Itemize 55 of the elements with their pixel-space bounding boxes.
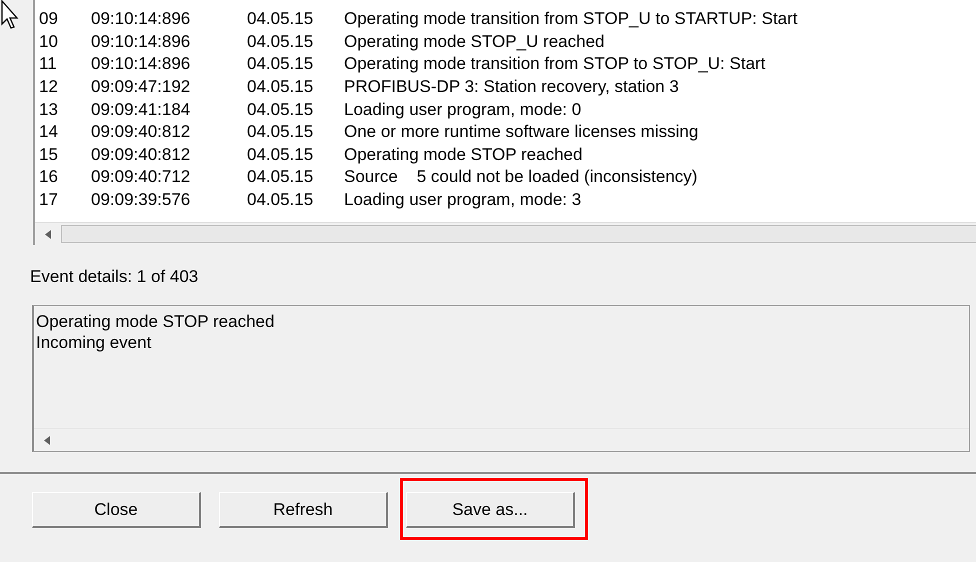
event-row[interactable]: 14 09:09:40:812 04.05.15 One or more runtime software licenses missing bbox=[39, 120, 976, 144]
event-row[interactable]: 13 09:09:41:184 04.05.15 Loading user program, mode: 0 bbox=[39, 98, 976, 121]
event-date: 04.05.15 bbox=[247, 122, 314, 142]
event-number: 16 bbox=[39, 167, 59, 188]
scroll-left-icon bbox=[45, 230, 51, 238]
mouse-cursor-icon bbox=[0, 0, 20, 30]
dialog-button[interactable]: Close bbox=[32, 492, 201, 528]
event-date: 04.05.15 bbox=[247, 9, 314, 30]
event-row[interactable]: 10 09:10:14:896 04.05.15 Operating mode STOP_U reached bbox=[39, 30, 976, 54]
event-number: 12 bbox=[39, 77, 59, 98]
event-message: Loading user program, mode: 0 bbox=[344, 100, 582, 120]
event-date: 04.05.15 bbox=[247, 100, 314, 120]
dialog-button[interactable]: Save as... bbox=[406, 492, 575, 528]
event-number: 14 bbox=[39, 122, 59, 142]
event-time: 09:10:14:896 bbox=[91, 9, 192, 30]
event-date: 04.05.15 bbox=[247, 54, 314, 74]
detail-line: Operating mode STOP reached bbox=[36, 311, 276, 332]
event-number: 15 bbox=[39, 144, 59, 165]
event-row[interactable]: 09 09:10:14:896 04.05.15 Operating mode transition from STOP_U to STARTUP: Start bbox=[39, 8, 976, 31]
event-date: 04.05.15 bbox=[247, 144, 314, 165]
dialog-button[interactable]: Refresh bbox=[219, 492, 388, 528]
event-time: 09:09:39:576 bbox=[91, 190, 192, 210]
event-row[interactable]: 15 09:09:40:812 04.05.15 Operating mode STOP reached bbox=[39, 144, 976, 166]
detail-line: Incoming event bbox=[36, 332, 152, 353]
event-message: Operating mode transition from STOP_U to STARTUP: Start bbox=[344, 9, 799, 30]
event-date: 04.05.15 bbox=[247, 167, 314, 188]
event-number: 09 bbox=[39, 9, 59, 30]
event-time: 09:10:14:896 bbox=[91, 32, 192, 52]
event-row[interactable]: 16 09:09:40:712 04.05.15 Source 5 could not be loaded (inconsistency) bbox=[39, 166, 976, 189]
event-row[interactable]: 17 09:09:39:576 04.05.15 Loading user program, mode: 3 bbox=[39, 188, 976, 212]
event-message: One or more runtime software licenses missing bbox=[344, 122, 700, 142]
event-number: 17 bbox=[39, 190, 59, 210]
event-number: 11 bbox=[39, 54, 58, 74]
horizontal-scrollbar[interactable] bbox=[35, 222, 976, 245]
event-details-label: Event details: 1 of 403 bbox=[29, 266, 200, 288]
event-date: 04.05.15 bbox=[247, 77, 314, 98]
event-message: Operating mode STOP reached bbox=[344, 144, 584, 165]
scroll-left-icon bbox=[44, 436, 50, 444]
event-row[interactable]: 12 09:09:47:192 04.05.15 PROFIBUS-DP 3: Station recovery, station 3 bbox=[39, 76, 976, 98]
event-date: 04.05.15 bbox=[247, 32, 314, 52]
event-row[interactable]: 11 09:10:14:896 04.05.15 Operating mode transition from STOP to STOP_U: Start bbox=[39, 53, 976, 76]
event-number: 13 bbox=[39, 100, 59, 120]
event-time: 09:10:14:896 bbox=[91, 54, 192, 74]
event-message: Source 5 could not be loaded (inconsistency) bbox=[344, 167, 698, 188]
event-message: Loading user program, mode: 3 bbox=[344, 190, 582, 210]
event-message: Operating mode transition from STOP to STOP_U: Start bbox=[344, 54, 766, 74]
event-time: 09:09:40:812 bbox=[91, 144, 192, 165]
event-number: 10 bbox=[39, 32, 59, 52]
event-date: 04.05.15 bbox=[247, 190, 314, 210]
event-time: 09:09:41:184 bbox=[91, 100, 192, 120]
event-time: 09:09:40:812 bbox=[91, 122, 192, 142]
event-message: PROFIBUS-DP 3: Station recovery, station 3 bbox=[344, 77, 680, 98]
event-time: 09:09:40:712 bbox=[91, 167, 192, 188]
event-message: Operating mode STOP_U reached bbox=[344, 32, 606, 52]
event-time: 09:09:47:192 bbox=[91, 77, 192, 98]
